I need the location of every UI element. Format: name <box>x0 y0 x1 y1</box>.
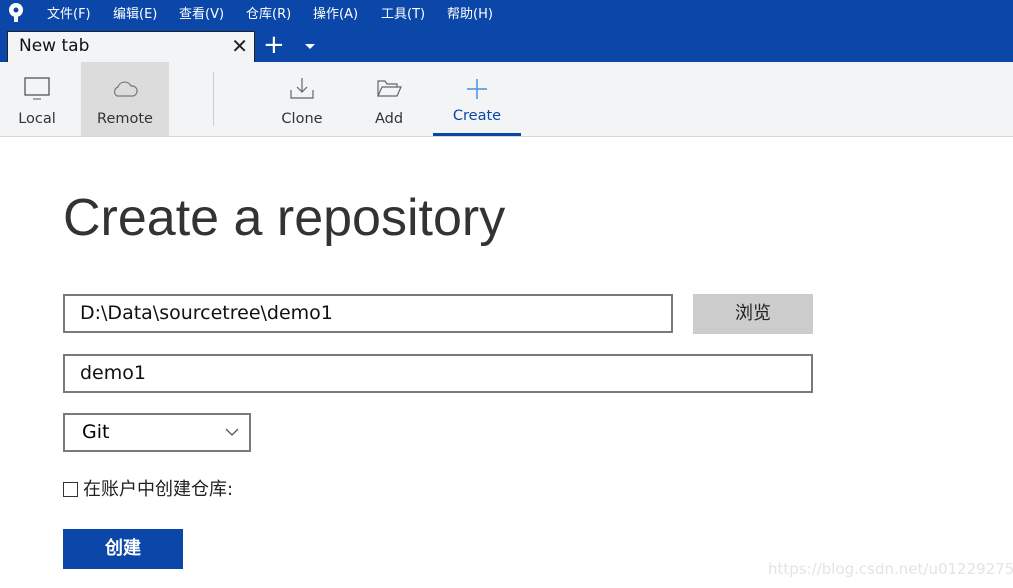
page-title: Create a repository <box>63 189 506 247</box>
chevron-down-icon <box>225 428 239 436</box>
destination-path-input[interactable]: D:\Data\sourcetree\demo1 <box>63 294 673 333</box>
repository-name-input[interactable]: demo1 <box>63 354 813 393</box>
cloud-icon <box>114 81 138 97</box>
tab-title: New tab <box>19 36 90 56</box>
create-label: Create <box>452 108 502 124</box>
menu-view[interactable]: 查看(V) <box>179 3 224 22</box>
create-tab-button[interactable]: Create <box>433 62 521 136</box>
clone-label: Clone <box>281 111 323 127</box>
toolbar: Local Remote Clone Add Create <box>0 62 1013 137</box>
browse-button[interactable]: 浏览 <box>693 294 813 334</box>
add-label: Add <box>374 111 404 127</box>
watermark: https://blog.csdn.net/u012292754 <box>768 560 1013 578</box>
new-tab-plus-icon[interactable]: + <box>263 30 285 60</box>
checkbox-box[interactable] <box>63 482 78 497</box>
create-button[interactable]: 创建 <box>63 529 183 569</box>
close-tab-icon[interactable]: ✕ <box>231 34 248 58</box>
menu-edit[interactable]: 编辑(E) <box>113 3 157 22</box>
monitor-icon <box>24 77 50 100</box>
menu-repository[interactable]: 仓库(R) <box>246 3 291 22</box>
folder-open-icon <box>377 80 402 97</box>
plus-icon <box>467 79 487 99</box>
toolbar-divider <box>213 72 214 126</box>
menu-file[interactable]: 文件(F) <box>47 3 91 22</box>
vcs-value: Git <box>82 421 110 443</box>
title-menu-bar: 文件(F) 编辑(E) 查看(V) 仓库(R) 操作(A) 工具(T) 帮助(H… <box>0 0 1013 62</box>
create-in-account-checkbox[interactable]: 在账户中创建仓库: <box>63 475 233 501</box>
checkbox-label: 在账户中创建仓库: <box>83 479 234 500</box>
menu-help[interactable]: 帮助(H) <box>447 3 493 22</box>
local-button[interactable]: Local <box>0 62 74 136</box>
add-button[interactable]: Add <box>354 62 424 136</box>
download-icon <box>290 78 314 99</box>
sourcetree-logo-icon <box>9 3 23 22</box>
remote-label: Remote <box>97 111 153 127</box>
clone-button[interactable]: Clone <box>267 62 337 136</box>
vcs-type-select[interactable]: Git <box>63 413 251 452</box>
tab-new-tab[interactable]: New tab ✕ <box>7 31 255 62</box>
local-label: Local <box>18 111 56 127</box>
menu-tools[interactable]: 工具(T) <box>381 3 425 22</box>
remote-button[interactable]: Remote <box>81 62 169 136</box>
tab-dropdown-icon[interactable] <box>305 44 315 49</box>
menu-actions[interactable]: 操作(A) <box>313 3 358 22</box>
